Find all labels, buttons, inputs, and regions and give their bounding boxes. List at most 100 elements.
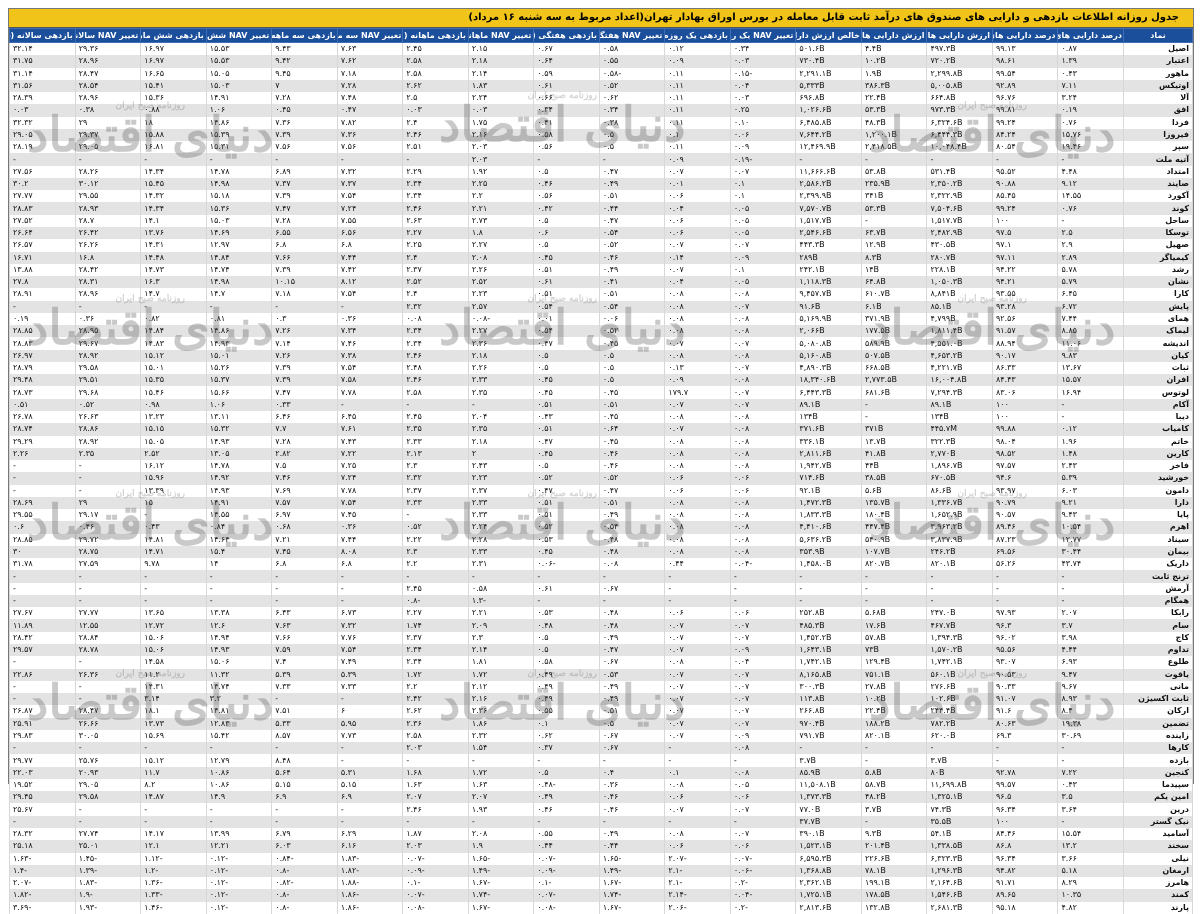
value-cell: ۰.۰۳ (729, 92, 797, 105)
value-cell: ۰.۴۷ (533, 484, 600, 497)
value-cell: ۲.۲ (467, 190, 535, 203)
value-cell: ۲۶.۴۲ (74, 226, 142, 240)
value-cell: ۱۴.۹۱ (205, 92, 273, 105)
value-cell: ۷.۶۳ (336, 42, 404, 56)
value-cell: ۰.۰۸ (664, 447, 731, 461)
value-cell: ۲.۲۷ (467, 239, 535, 252)
value-cell: -۰.۱۵ (729, 67, 797, 80)
value-cell: ۲۹ (74, 496, 142, 510)
column-header: بازدهی سه ماهه (۹۰روزه) (271, 28, 338, 43)
value-cell: ۷.۶۱ (336, 423, 404, 436)
value-cell: ۰.۶ (533, 226, 600, 240)
value-cell: ۰.۵۱ (533, 263, 600, 277)
value-cell: ۷۸۲.۲B (926, 717, 993, 730)
table-row: کارها - - - - -۰.۰۸-۰.۶۷ ۰.۳۷ ۱.۵۴ ۲.۰۳- - - - - - (9, 742, 1193, 755)
value-cell: ۰.۴۹ (598, 177, 666, 191)
value-cell: ۱۵.۵۳ (205, 42, 273, 56)
value-cell: ۱۴.۶۹ (205, 226, 273, 240)
fund-symbol-cell: فیروزا (1123, 128, 1193, 142)
value-cell: - (991, 582, 1059, 595)
value-cell: ۹۹.۱۳ (991, 42, 1059, 56)
value-cell: - (74, 570, 142, 583)
value-cell: ۹۳.۵۵ (991, 288, 1059, 301)
value-cell: ۰.۰۷ (729, 300, 797, 313)
value-cell: ۰.۵۱ (533, 509, 600, 522)
table-row: بازده - -۳.۷B -۳.۷B - - - - - - -۸.۴۸ ۱۲.۷۹ ۱۵.۱۲ ۲۵.… (9, 754, 1193, 767)
value-cell: ۰.۵۱ (533, 423, 600, 436)
table-row: فردا ۰.۷۶ ۹۹.۲۴ ۶,۳۲۴.۶B ۴۸.۳B ۶,۴۸۵.۸B ۰.۱۰ ۰.… (9, 116, 1193, 129)
value-cell: ۹.۲۱ (1057, 496, 1124, 510)
value-cell: ۶۱۰.۷B (860, 288, 928, 301)
value-cell: ۰.۰۹ (729, 644, 797, 657)
fund-symbol-cell: آکام (1123, 398, 1193, 411)
value-cell: ۰.۵۸ (467, 582, 535, 595)
value-cell: ۰.۵ (598, 717, 666, 730)
value-cell: ۲۸.۴۷ (74, 705, 142, 718)
table-row: کامیاب ۰.۱۲ ۹۹.۸۸ ۴۴۵.۷M ۳۷۱B ۳۷۱.۶B ۰.۰۸ ۰.۰۷ ۰… (9, 423, 1193, 436)
value-cell: ۰.۱۹ (9, 312, 76, 326)
table-row: امین یکم ۳.۵ ۹۶.۵ ۱,۳۲۵.۱B ۴۸.۲B ۱,۳۷۳.۳B ۰.۰۶… (9, 791, 1193, 804)
value-cell: ۹۵.۵۶ (991, 644, 1059, 657)
value-cell: ۰.۴۹ (598, 631, 666, 645)
value-cell: ۱۰,۰۴۸.۴B (926, 141, 993, 154)
value-cell: ۰.۱ (729, 263, 797, 277)
value-cell: ۹۰.۵۷ (991, 509, 1059, 522)
value-cell: ۲۲۸.۱B (926, 263, 993, 277)
value-cell: ۰.۰۶ (664, 840, 731, 853)
value-cell: ۰.۶۲ (598, 92, 666, 105)
table-row: افق ۰.۱۹ ۹۹.۸۱ ۹۷۳.۳B ۵۳.۳B ۱,۰۲۶.۶B ۰.۲۵ ۰.۱۱ ۰… (9, 104, 1193, 117)
value-cell: ۰.۴۹ (598, 828, 666, 841)
value-cell: ۸۰.۶۳ (991, 717, 1059, 730)
value-cell: ۲.۵۸ (402, 67, 469, 80)
value-cell: ۶,۳۲۳.۳B (926, 852, 993, 865)
value-cell: ۱۳.۸۸ (9, 263, 76, 277)
value-cell: -۱.۸۶ (336, 889, 404, 902)
value-cell: ۱,۷۲۵.۱B (795, 889, 862, 902)
value-cell: ۷.۵۷ (271, 496, 338, 510)
value-cell: ۴۴۳.۳B (795, 239, 862, 252)
value-cell: ۷.۳۹ (271, 374, 338, 387)
value-cell: - (205, 803, 273, 816)
value-cell: ۰.۳۴ (533, 104, 600, 117)
value-cell: ۰.۰۸ (402, 312, 469, 326)
value-cell: ۷.۶۶ (271, 251, 338, 264)
value-cell: -۱.۶۷ (467, 901, 535, 914)
value-cell: ۴.۴۴ (1057, 644, 1124, 657)
value-cell: ۸.۸۵ (1057, 325, 1124, 338)
value-cell: ۰.۴۹ (598, 680, 666, 694)
value-cell: ۶.۱B (860, 300, 928, 313)
value-cell: ۲.۰۴ (467, 410, 535, 424)
value-cell: ۲,۴۸۲.۹B (926, 226, 993, 240)
value-cell: ۱۲.۷۹ (205, 754, 273, 767)
value-cell: ۰.۸۸ (140, 104, 207, 117)
value-cell: - (795, 742, 862, 755)
fund-symbol-cell: اوتیکس (1123, 79, 1193, 93)
value-cell: - (402, 509, 469, 522)
value-cell: - (991, 742, 1059, 755)
value-cell: ۰.۳۸ (74, 104, 142, 117)
value-cell: ۰.۵۴ (598, 226, 666, 240)
value-cell: ۰.۴۷ (598, 484, 666, 497)
value-cell: ۰.۵۲ (402, 521, 469, 534)
value-cell: ۰.۰۸ (729, 435, 797, 448)
value-cell: ۰.۰۶ (729, 472, 797, 485)
value-cell: ۱۴.۴۸ (140, 251, 207, 264)
value-cell: ۲,۵۴۶.۶B (795, 226, 862, 240)
value-cell: ۵۴.۱B (926, 828, 993, 841)
value-cell: ۱۵.۶۹ (140, 729, 207, 743)
value-cell: ۰.۵۲ (598, 239, 666, 252)
value-cell: ۲۸.۸۳ (9, 337, 76, 350)
value-cell: ۰.۴۹ (533, 693, 600, 706)
table-row: نیک گستر -۱۰۰ ۳۵.۵B -۳۷.۷B - - - - - - - - - - - - (9, 815, 1193, 828)
value-cell: -۱.۶۵ (598, 852, 666, 865)
value-cell: - (336, 570, 404, 583)
value-cell: ۳۰.۶۹ (1057, 729, 1124, 743)
value-cell: -۱.۴۹ (598, 864, 666, 878)
value-cell: ۱,۵۲۳.۱B (795, 840, 862, 853)
table-row: ثبات ۱۳.۶۷ ۸۶.۳۳ ۴,۲۲۱.۷B ۶۶۸.۵B ۴,۸۹۰.۳B ۰.۰۷… (9, 361, 1193, 375)
value-cell: - (271, 582, 338, 595)
table-row: پارند ۴.۸۲ ۹۵.۱۸ ۲,۶۸۱.۳B ۱۳۲.۸B ۲,۸۱۳.۶B -۰.۲… (9, 901, 1193, 914)
value-cell: ۱۴.۳۱ (140, 680, 207, 694)
value-cell: ۷.۵۵ (336, 214, 404, 227)
value-cell: ۷.۲۴ (336, 202, 404, 215)
